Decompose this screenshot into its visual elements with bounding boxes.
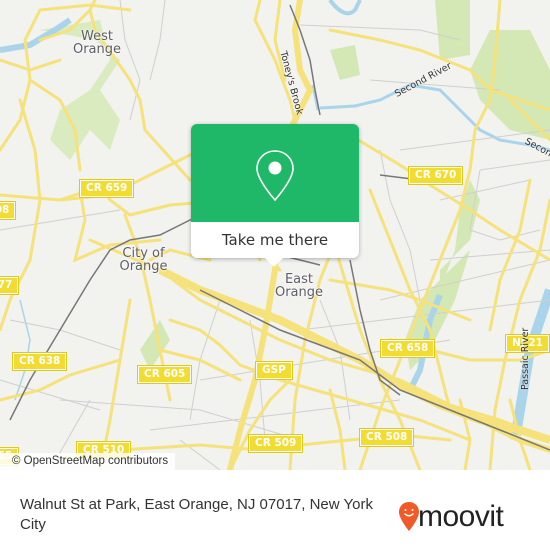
stop-address: Walnut St at Park, East Orange, NJ 07017… <box>20 496 373 533</box>
take-me-there-button[interactable]: Take me there <box>191 222 359 258</box>
place-label-east-orange: East Orange <box>274 272 324 300</box>
place-label-city-of-orange: City of Orange <box>119 246 168 274</box>
route-shield-cr-605: CR 605 <box>136 365 193 384</box>
route-shield-cr-508: CR 508 <box>358 428 415 447</box>
route-shield-cr-638: CR 638 <box>11 352 68 371</box>
popup-pointer <box>264 257 284 267</box>
map[interactable]: West Orange City of Orange East Orange C… <box>0 0 550 470</box>
map-pin-icon <box>256 150 294 202</box>
route-shield-gsp: GSP <box>255 361 293 380</box>
footer: Walnut St at Park, East Orange, NJ 07017… <box>0 490 550 550</box>
moovit-logo[interactable]: moovit <box>398 498 538 538</box>
route-shield-cr-509: CR 509 <box>247 434 304 453</box>
route-shield-cr-659: CR 659 <box>78 179 135 198</box>
highway <box>158 266 550 444</box>
popup-header <box>191 124 359 222</box>
route-shield-cr-658: CR 658 <box>379 339 436 358</box>
location-popup: Take me there <box>191 124 359 267</box>
route-shield-cr-670: CR 670 <box>407 166 464 185</box>
map-attribution[interactable]: © OpenStreetMap contributors <box>0 453 176 470</box>
place-label-west-orange: West Orange <box>72 29 122 57</box>
moovit-pin-icon <box>399 502 419 531</box>
route-shield-cr-577: CR 577 <box>0 276 20 295</box>
route-shield-cr-508-west: CR 508 <box>0 201 17 220</box>
moovit-wordmark: moovit <box>418 500 504 533</box>
water-label-passaic-river: Passaic River <box>520 327 531 390</box>
